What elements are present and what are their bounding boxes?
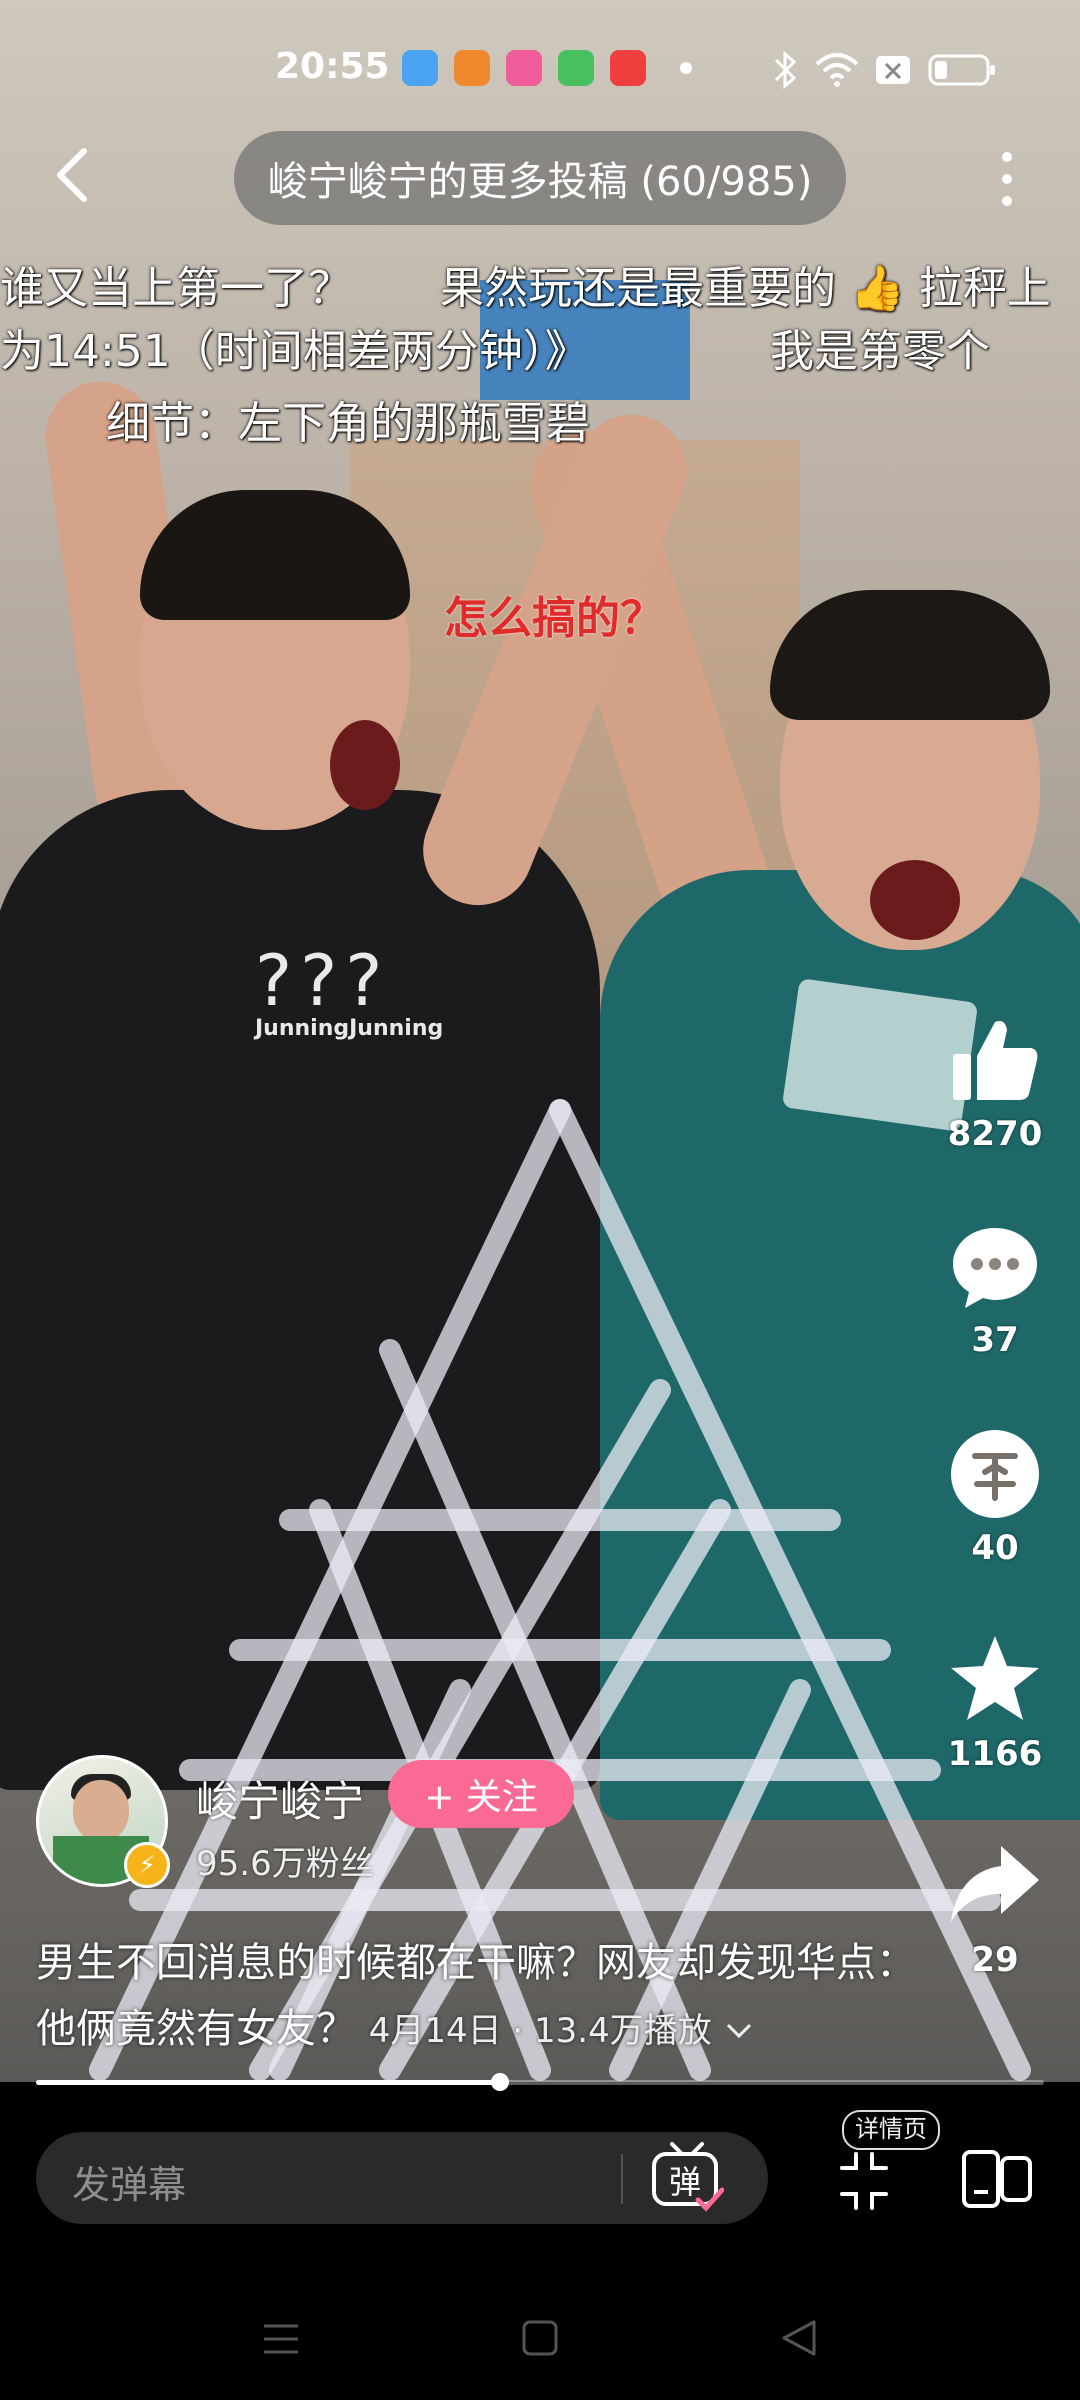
shirt-brand: JunningJunning — [255, 1016, 444, 1041]
danmaku-toggle-button[interactable]: 弹 — [650, 2136, 725, 2216]
follow-button-label: + 关注 — [424, 1777, 538, 1818]
like-count: 8270 — [947, 1114, 1043, 1154]
thumbs-up-icon — [953, 1021, 1038, 1100]
more-posts-title-text: 峻宁峻宁的更多投稿 (60/985) — [267, 159, 813, 205]
danmaku-button-label: 弹 — [669, 2163, 701, 2201]
lightning-badge-icon: ⚡ — [124, 1842, 170, 1888]
danmaku-comment: 我是第零个 — [770, 326, 990, 377]
app-icon-2 — [454, 50, 490, 86]
favorite-count: 1166 — [947, 1734, 1043, 1774]
favorite-button[interactable]: 1166 — [940, 1632, 1050, 1774]
battery-icon — [928, 54, 995, 86]
status-time: 20:55 — [275, 46, 390, 87]
video-progress-knob[interactable] — [490, 2073, 509, 2091]
follow-button[interactable]: + 关注 — [388, 1760, 574, 1828]
system-nav-bar — [0, 2300, 1080, 2380]
video-meta: 4月14日 · 13.4万播放 — [368, 2011, 712, 2051]
chevron-down-icon[interactable] — [724, 2021, 754, 2041]
video-progress-bar[interactable] — [36, 2073, 1044, 2091]
comment-bubble-icon — [953, 1228, 1037, 1308]
comment-count: 37 — [971, 1320, 1019, 1360]
star-icon — [951, 1636, 1039, 1720]
video-progress-fill — [36, 2080, 500, 2085]
app-icon-1 — [402, 50, 438, 86]
menu-icon[interactable] — [262, 2320, 300, 2358]
danmaku-comment: 果然玩还是最重要的 👍 拉秤上 — [440, 263, 1051, 314]
back-arrow-icon[interactable] — [48, 145, 98, 205]
comment-button[interactable]: 37 — [940, 1218, 1050, 1360]
share-count: 29 — [971, 1940, 1019, 1980]
author-name[interactable]: 峻宁峻宁 — [196, 1768, 364, 1829]
coin-button[interactable]: 40 — [940, 1426, 1050, 1568]
video-person-left-mouth — [330, 720, 400, 810]
wifi-icon — [815, 53, 859, 87]
notification-dot — [680, 62, 692, 74]
status-bar: 20:55 — [0, 40, 1080, 100]
like-button[interactable]: 8270 — [940, 1012, 1050, 1154]
more-options-icon[interactable] — [1000, 150, 1014, 208]
video-person-right-hair — [770, 590, 1050, 720]
app-icon-4 — [558, 50, 594, 86]
danmaku-comment: 为14:51（时间相差两分钟）》 — [0, 326, 589, 377]
avatar-face — [73, 1780, 129, 1842]
app-icon-3 — [506, 50, 542, 86]
coin-icon — [951, 1430, 1039, 1518]
danmaku-input-divider — [621, 2154, 623, 2204]
sim-x-icon — [876, 56, 910, 84]
share-button[interactable]: 29 — [940, 1838, 1050, 1980]
author-followers: 95.6万粉丝 — [196, 1844, 374, 1884]
share-arrow-icon — [951, 1846, 1039, 1922]
video-person-right-mouth — [870, 860, 960, 940]
coin-count: 40 — [971, 1528, 1019, 1568]
screen-mode-icon[interactable] — [960, 2148, 1034, 2210]
danmaku-comment-red: 怎么搞的？ — [444, 593, 664, 644]
more-posts-title[interactable]: 峻宁峻宁的更多投稿 (60/985) — [234, 131, 846, 225]
exit-fullscreen-icon[interactable] — [838, 2150, 890, 2212]
video-shirt-logo: ??? JunningJunning — [255, 940, 444, 1050]
home-icon[interactable] — [521, 2318, 559, 2358]
danmaku-comment: 谁又当上第一了？ — [0, 263, 352, 314]
shirt-question-marks: ??? — [255, 940, 391, 1022]
danmaku-input-placeholder: 发弹幕 — [72, 2163, 187, 2207]
back-triangle-icon[interactable] — [780, 2318, 818, 2358]
bluetooth-icon — [774, 50, 797, 90]
detail-page-tag[interactable]: 详情页 — [842, 2110, 940, 2150]
video-description[interactable]: 男生不回消息的时候都在干嘛？网友却发现华点：他俩竟然有女友？ 4月14日 · 1… — [36, 1930, 916, 2064]
danmaku-comment: 细节：左下角的那瓶雪碧 — [106, 398, 590, 449]
app-icon-5 — [610, 50, 646, 86]
danmaku-tv-icon: 弹 — [652, 2142, 725, 2212]
